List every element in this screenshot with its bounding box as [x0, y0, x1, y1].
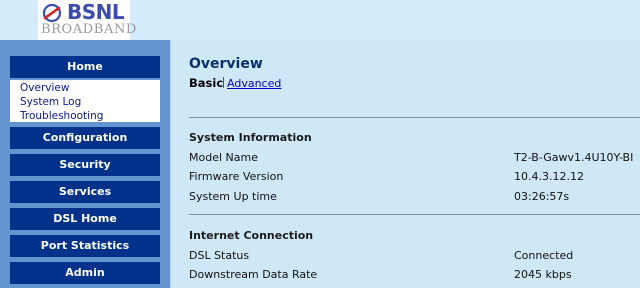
logo-subtitle-text: BROADBAND — [41, 22, 137, 37]
dsl-status-label: DSL Status — [189, 249, 250, 262]
home-submenu: Overview System Log Troubleshooting — [10, 80, 160, 122]
tab-advanced-link[interactable]: Advanced — [227, 77, 281, 90]
tab-basic[interactable]: Basic — [189, 76, 223, 90]
submenu-item-troubleshooting[interactable]: Troubleshooting — [20, 109, 103, 123]
bsnl-swoosh-icon — [42, 3, 62, 23]
nav-admin-button[interactable]: Admin — [10, 262, 160, 284]
nav-configuration-button[interactable]: Configuration — [10, 127, 160, 149]
firmware-version-label: Firmware Version — [189, 170, 284, 183]
firmware-version-value: 10.4.3.12.12 — [514, 170, 584, 183]
model-name-label: Model Name — [189, 151, 258, 164]
bsnl-logo[interactable]: BSNL BROADBAND — [38, 0, 136, 40]
logo-brand-text: BSNL — [67, 0, 125, 24]
sidebar: Home Overview System Log Troubleshooting… — [0, 40, 170, 288]
downstream-rate-value: 2045 kbps — [514, 268, 572, 281]
tab-separator — [223, 77, 224, 88]
header-bar: BSNL BROADBAND — [0, 0, 640, 40]
submenu-item-overview[interactable]: Overview — [20, 81, 69, 95]
section-divider — [189, 214, 640, 215]
internet-connection-heading: Internet Connection — [189, 229, 314, 242]
downstream-rate-label: Downstream Data Rate — [189, 268, 318, 281]
nav-home-button[interactable]: Home — [10, 56, 160, 78]
dsl-status-value: Connected — [514, 249, 574, 262]
system-information-heading: System Information — [189, 131, 312, 144]
section-divider — [189, 117, 640, 118]
submenu-item-system-log[interactable]: System Log — [20, 95, 81, 109]
page-title: Overview — [189, 56, 263, 72]
system-uptime-value: 03:26:57s — [514, 190, 570, 203]
nav-services-button[interactable]: Services — [10, 181, 160, 203]
system-uptime-label: System Up time — [189, 190, 277, 203]
sidebar-divider — [170, 40, 171, 288]
model-name-value: T2-B-Gawv1.4U10Y-BI — [514, 151, 634, 164]
nav-dsl-home-button[interactable]: DSL Home — [10, 208, 160, 230]
nav-security-button[interactable]: Security — [10, 154, 160, 176]
nav-port-statistics-button[interactable]: Port Statistics — [10, 235, 160, 257]
